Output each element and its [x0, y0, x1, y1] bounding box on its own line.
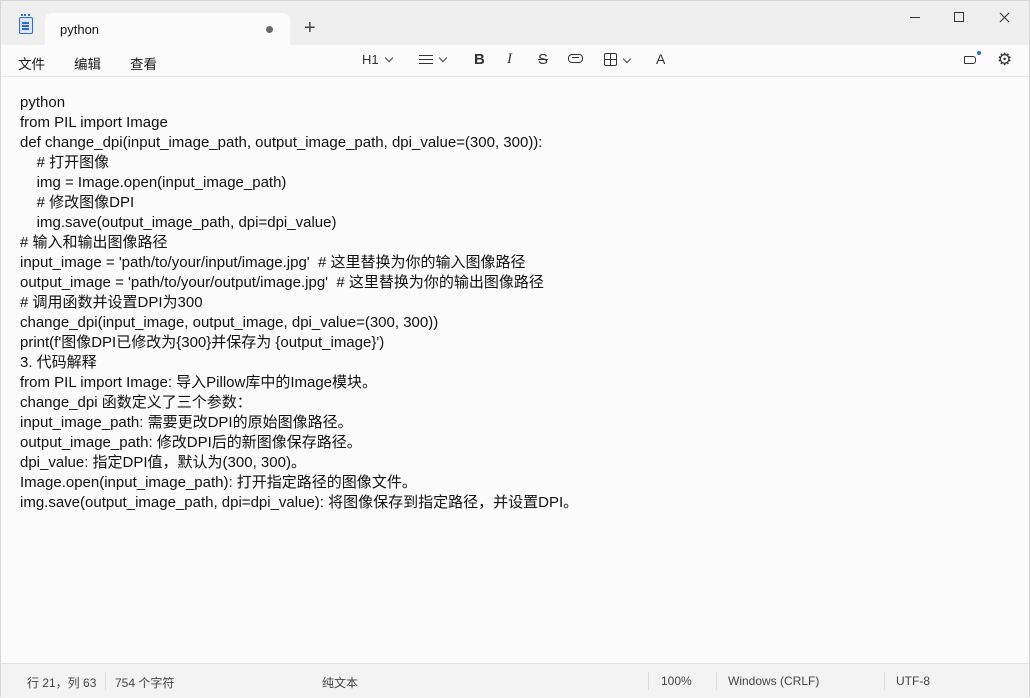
- italic-button[interactable]: I: [507, 51, 512, 69]
- maximize-button[interactable]: [936, 7, 982, 29]
- line-ending[interactable]: Windows (CRLF): [728, 674, 819, 688]
- notepad-window: python + 文件 编辑 查看 H1 B I S A ⚙ python fr…: [0, 0, 1030, 698]
- minimize-button[interactable]: [891, 7, 937, 29]
- heading-dropdown[interactable]: H1: [362, 52, 393, 70]
- title-bar: python +: [1, 1, 1029, 45]
- editor-line: output_image_path: 修改DPI后的新图像保存路径。: [20, 434, 362, 451]
- editor-line: 3. 代码解释: [20, 354, 97, 371]
- status-divider: [648, 672, 649, 690]
- zoom-level[interactable]: 100%: [661, 674, 692, 688]
- editor-line: output_image = 'path/to/your/output/imag…: [20, 274, 544, 291]
- list-icon: [419, 55, 433, 65]
- editor-line: # 打开图像: [20, 154, 110, 171]
- chevron-down-icon: [438, 53, 448, 63]
- text-editor[interactable]: python from PIL import Image def change_dp…: [1, 77, 1029, 663]
- list-dropdown[interactable]: [419, 52, 448, 70]
- char-count: 754 个字符: [115, 676, 175, 690]
- menu-edit[interactable]: 编辑: [74, 53, 101, 73]
- cursor-position: 行 21，列 63: [27, 676, 97, 690]
- notepad-app-icon: [19, 14, 33, 34]
- text-format: 纯文本: [322, 676, 359, 690]
- unsaved-dot-icon[interactable]: [266, 26, 273, 33]
- editor-line: img = Image.open(input_image_path): [20, 174, 287, 191]
- link-button[interactable]: [568, 52, 583, 70]
- tab-title: python: [60, 22, 100, 37]
- editor-line: # 调用函数并设置DPI为300: [20, 294, 203, 311]
- editor-line: change_dpi(input_image, output_image, dp…: [20, 314, 439, 331]
- status-bar: 行 21，列 63 754 个字符 纯文本 100% Windows (CRLF…: [1, 663, 1029, 698]
- editor-line: Image.open(input_image_path): 打开指定路径的图像文…: [20, 474, 417, 491]
- encoding[interactable]: UTF-8: [896, 674, 930, 688]
- editor-line: img.save(output_image_path, dpi=dpi_valu…: [20, 214, 337, 231]
- editor-content[interactable]: python from PIL import Image def change_dp…: [20, 93, 578, 513]
- editor-line: img.save(output_image_path, dpi=dpi_valu…: [20, 494, 579, 511]
- editor-line: input_image = 'path/to/your/input/image.…: [20, 254, 526, 271]
- status-divider: [716, 672, 717, 690]
- status-divider: [105, 672, 106, 690]
- editor-line: change_dpi 函数定义了三个参数：: [20, 394, 252, 411]
- editor-line: python: [20, 94, 66, 111]
- megaphone-icon[interactable]: [964, 51, 981, 66]
- table-dropdown[interactable]: [604, 52, 632, 70]
- editor-line: dpi_value: 指定DPI值，默认为(300, 300)。: [20, 454, 306, 471]
- editor-line: from PIL import Image: 导入Pillow库中的Image模…: [20, 374, 378, 391]
- strikethrough-button[interactable]: S: [538, 51, 548, 69]
- editor-line: # 修改图像DPI: [20, 194, 135, 211]
- status-divider: [884, 672, 885, 690]
- editor-line: def change_dpi(input_image_path, output_…: [20, 134, 543, 151]
- bold-button[interactable]: B: [474, 51, 485, 69]
- editor-line: print(f'图像DPI已修改为{300}并保存为 {output_image…: [20, 334, 385, 351]
- table-icon: [604, 53, 617, 66]
- spellcheck-icon: A: [656, 51, 666, 67]
- heading-label: H1: [362, 52, 379, 67]
- editor-line: from PIL import Image: [20, 114, 168, 131]
- link-icon: [568, 54, 583, 63]
- spellcheck-button[interactable]: A: [656, 51, 665, 69]
- menu-file[interactable]: 文件: [18, 53, 45, 73]
- new-tab-plus-icon[interactable]: +: [304, 18, 316, 38]
- chevron-down-icon: [622, 54, 632, 64]
- editor-line: input_image_path: 需要更改DPI的原始图像路径。: [20, 414, 353, 431]
- chevron-down-icon: [384, 53, 393, 63]
- menu-view[interactable]: 查看: [130, 53, 157, 73]
- tab-python[interactable]: python: [45, 13, 290, 45]
- close-button[interactable]: [981, 7, 1027, 29]
- menu-toolbar: 文件 编辑 查看 H1 B I S A ⚙: [1, 45, 1029, 77]
- gear-icon[interactable]: ⚙: [997, 50, 1012, 70]
- editor-line: # 输入和输出图像路径: [20, 234, 168, 251]
